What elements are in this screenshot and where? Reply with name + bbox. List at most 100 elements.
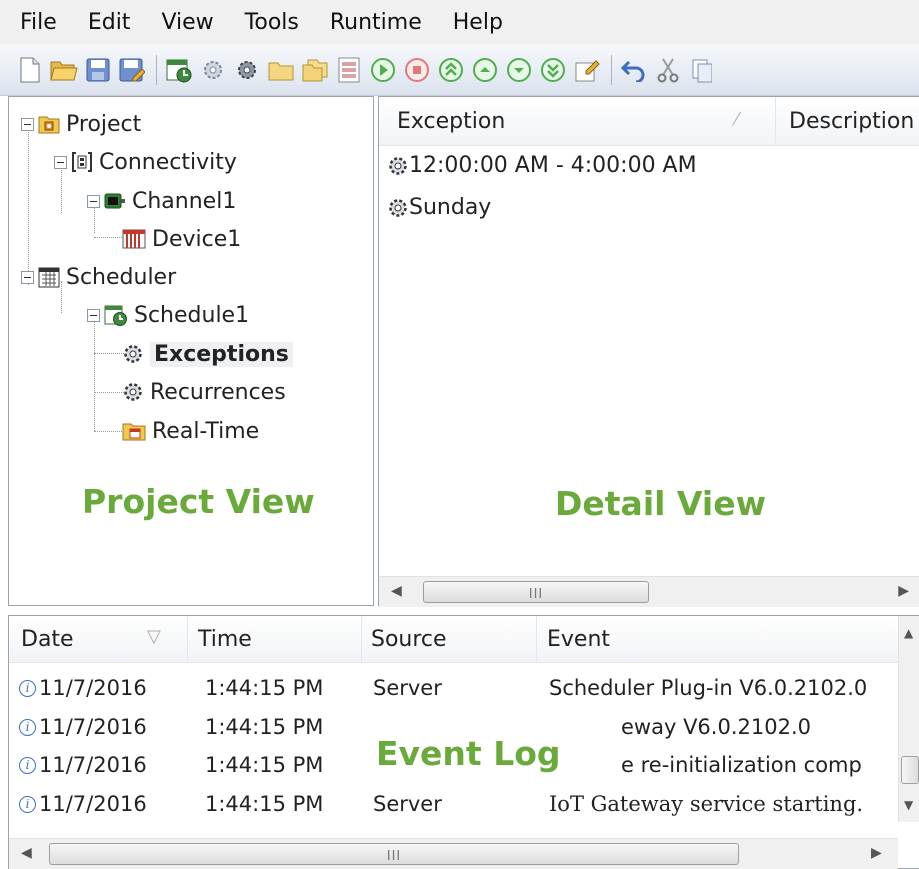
sort-descending-icon: ▽: [147, 626, 161, 647]
table-row[interactable]: i 11/7/2016 1:44:15 PM Server Scheduler P…: [9, 669, 909, 707]
menu-bar: File Edit View Tools Runtime Help: [0, 0, 919, 44]
event-log-label: Event Log: [372, 734, 579, 773]
scroll-grip: III: [528, 587, 544, 602]
undo-icon[interactable]: [620, 56, 648, 84]
duplicate-icon[interactable]: [301, 56, 329, 84]
project-view-label: Project View: [82, 482, 315, 521]
scroll-down-icon[interactable]: ▼: [904, 798, 913, 812]
collapse-toggle[interactable]: [21, 117, 34, 131]
tree-label: Schedule1: [134, 302, 250, 328]
move-up-icon[interactable]: [471, 56, 499, 84]
tree-item-exceptions[interactable]: Exceptions: [122, 337, 293, 371]
tree-label: Recurrences: [150, 379, 286, 405]
scroll-up-icon[interactable]: ▲: [904, 626, 913, 640]
menu-view[interactable]: View: [141, 10, 224, 35]
scroll-right-icon[interactable]: ▶: [898, 583, 909, 599]
column-header-bar: [9, 616, 919, 663]
list-item-label: Sunday: [409, 195, 492, 220]
table-row[interactable]: i 11/7/2016 1:44:15 PM Server IoT Gateway…: [9, 785, 909, 823]
source-cell: Server: [373, 676, 442, 700]
tree-item-schedule1[interactable]: Schedule1: [87, 298, 249, 332]
tree-label: Real-Time: [152, 418, 260, 444]
tree-connector: [94, 392, 124, 393]
column-header-event[interactable]: Event: [547, 616, 610, 662]
column-header-date[interactable]: Date: [21, 616, 74, 662]
detail-view-pane: Exception ⁄ Description 12:00:00 AM - 4:…: [378, 96, 919, 607]
move-bottom-icon[interactable]: [539, 56, 567, 84]
toolbar: [0, 44, 919, 96]
schedule-icon: [104, 305, 127, 326]
tree-item-channel1[interactable]: Channel1: [87, 184, 236, 218]
stop-icon[interactable]: [403, 56, 431, 84]
project-icon: [38, 116, 60, 134]
column-divider[interactable]: [775, 97, 776, 145]
detail-view-label: Detail View: [555, 484, 767, 523]
info-icon: i: [19, 795, 36, 813]
list-item[interactable]: 12:00:00 AM - 4:00:00 AM: [387, 153, 697, 178]
save-as-icon[interactable]: [118, 56, 146, 84]
tree-item-device1[interactable]: Device1: [122, 222, 241, 256]
column-header-exception[interactable]: Exception: [397, 97, 757, 145]
cut-icon[interactable]: [654, 56, 682, 84]
date-text: 11/7/2016: [39, 753, 147, 777]
gear-icon: [124, 383, 142, 401]
column-header-label: Event: [547, 626, 611, 652]
save-icon[interactable]: [84, 56, 112, 84]
menu-edit[interactable]: Edit: [68, 10, 142, 35]
column-divider[interactable]: [187, 616, 188, 662]
event-cell: eway V6.0.2102.0: [621, 715, 811, 739]
column-header-label: Date: [21, 626, 74, 652]
new-schedule-icon[interactable]: [165, 56, 193, 84]
scroll-left-icon[interactable]: ◀: [21, 845, 32, 861]
scroll-thumb[interactable]: III: [423, 581, 649, 603]
tree-connector: [94, 319, 95, 431]
vertical-scrollbar[interactable]: ▲ ▼: [898, 616, 919, 822]
copy-icon[interactable]: [688, 56, 716, 84]
collapse-toggle[interactable]: [21, 270, 34, 284]
column-header-label: Time: [198, 626, 252, 652]
properties-icon[interactable]: [335, 56, 363, 84]
edit-icon[interactable]: [573, 56, 601, 84]
new-recurrence-icon[interactable]: [233, 56, 261, 84]
tree-item-real-time[interactable]: Real-Time: [122, 414, 259, 448]
horizontal-scrollbar[interactable]: ◀ III ▶: [9, 838, 898, 869]
tree-item-scheduler[interactable]: Scheduler: [21, 260, 176, 294]
horizontal-scrollbar[interactable]: ◀ III ▶: [379, 576, 919, 607]
gear-icon: [389, 198, 407, 217]
new-folder-icon[interactable]: [267, 56, 295, 84]
tree-connector: [94, 431, 124, 432]
move-down-icon[interactable]: [505, 56, 533, 84]
time-cell: 1:44:15 PM: [205, 792, 324, 816]
list-item[interactable]: Sunday: [387, 195, 491, 220]
tree-item-connectivity[interactable]: Connectivity: [54, 145, 237, 179]
column-divider[interactable]: [536, 616, 537, 662]
collapse-toggle[interactable]: [87, 308, 100, 322]
menu-tools[interactable]: Tools: [225, 10, 310, 35]
play-icon[interactable]: [369, 56, 397, 84]
column-header-source[interactable]: Source: [371, 616, 447, 662]
column-header-label: Source: [371, 626, 447, 652]
scroll-right-icon[interactable]: ▶: [871, 845, 882, 861]
new-exception-icon[interactable]: [199, 56, 227, 84]
column-header-time[interactable]: Time: [198, 616, 252, 662]
scroll-left-icon[interactable]: ◀: [391, 583, 402, 599]
scroll-thumb[interactable]: [901, 756, 919, 784]
menu-runtime[interactable]: Runtime: [310, 10, 433, 35]
column-divider[interactable]: [361, 616, 362, 662]
tree-item-recurrences[interactable]: Recurrences: [122, 375, 286, 409]
new-project-icon[interactable]: [16, 56, 44, 84]
menu-help[interactable]: Help: [433, 10, 514, 35]
scroll-thumb[interactable]: III: [49, 843, 739, 865]
column-header-description[interactable]: Description: [789, 97, 919, 145]
collapse-toggle[interactable]: [54, 155, 67, 169]
move-top-icon[interactable]: [437, 56, 465, 84]
open-icon[interactable]: [50, 56, 78, 84]
info-icon: i: [19, 718, 36, 736]
gear-icon: [124, 345, 142, 363]
event-cell: Scheduler Plug-in V6.0.2102.0: [549, 676, 868, 700]
menu-file[interactable]: File: [0, 10, 68, 35]
project-view-pane: Project Connectivity Channel1 Device1 Sc…: [8, 96, 374, 606]
info-icon: i: [19, 756, 36, 774]
tree-item-project[interactable]: Project: [21, 107, 141, 141]
collapse-toggle[interactable]: [87, 194, 100, 208]
